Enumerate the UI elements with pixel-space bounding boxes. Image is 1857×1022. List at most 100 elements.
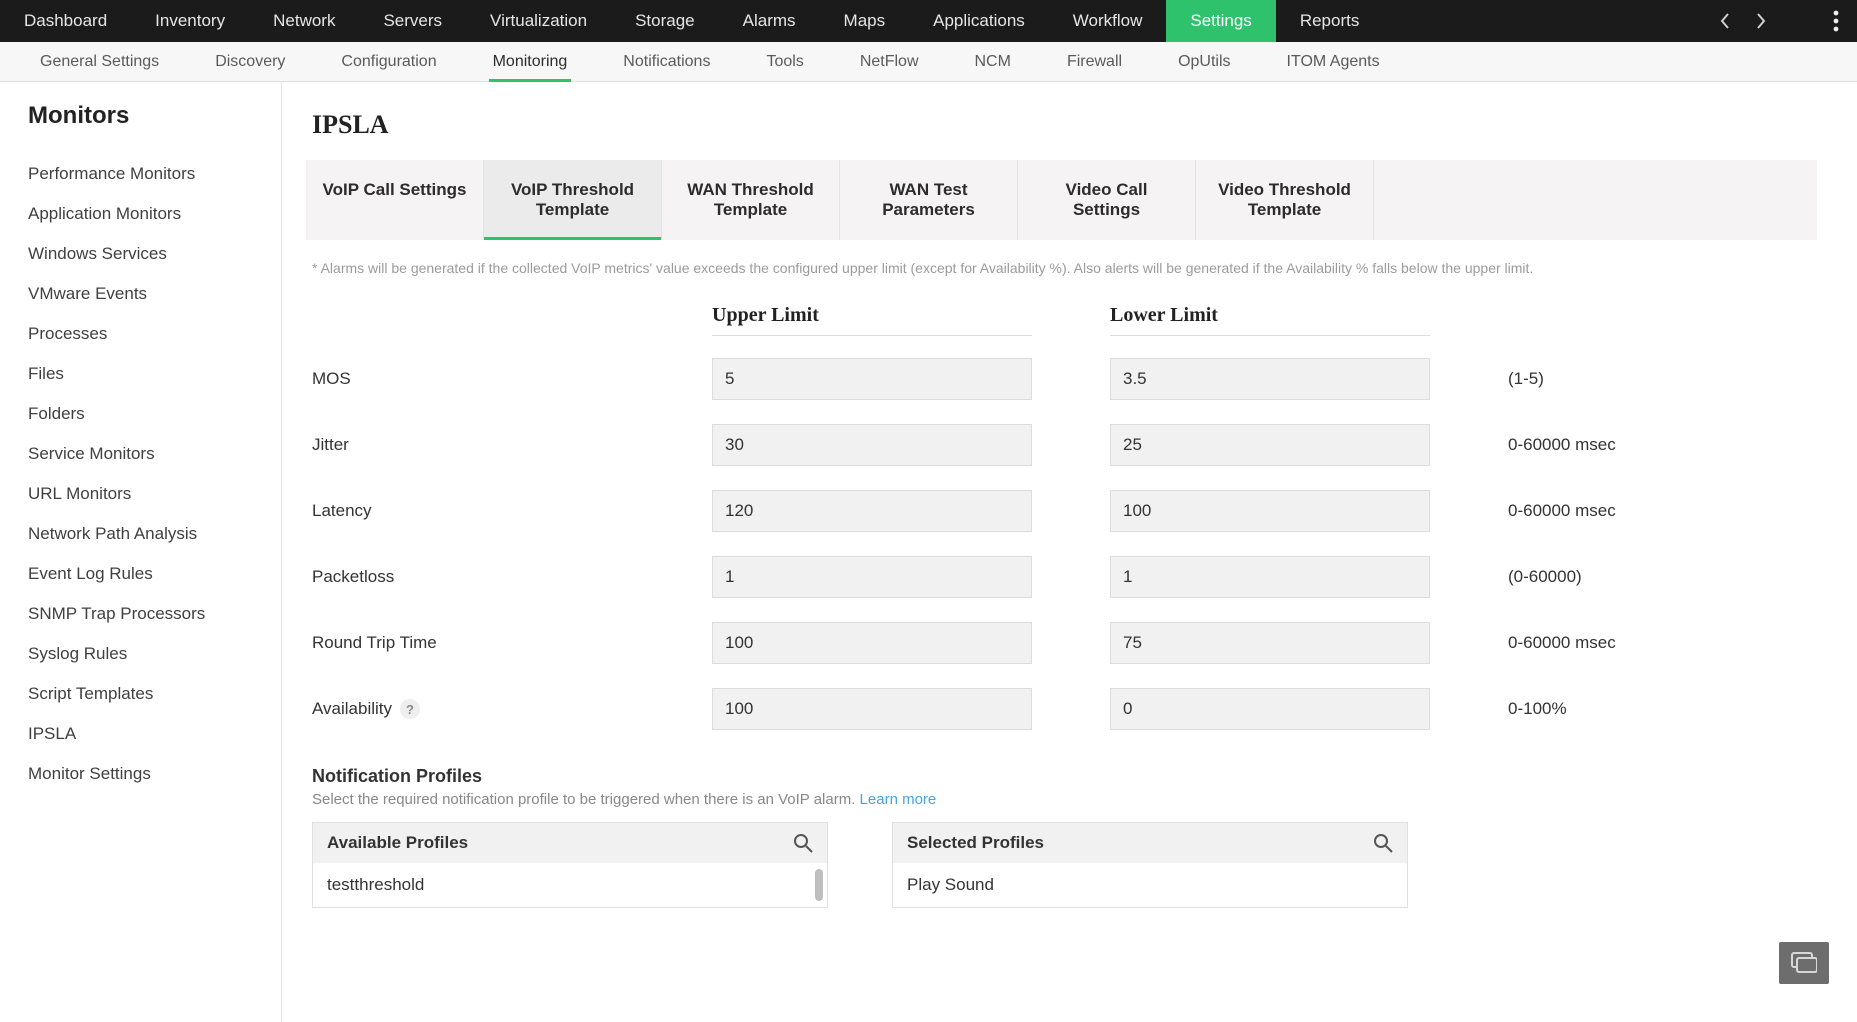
tab-video-call-settings[interactable]: Video Call Settings xyxy=(1018,160,1196,240)
page-title: IPSLA xyxy=(306,110,1817,140)
nav-back-button[interactable] xyxy=(1707,0,1743,42)
available-profiles-box: Available Profiles testthreshold xyxy=(312,822,828,908)
lower-limit-input[interactable] xyxy=(1110,358,1430,400)
subnav-item-oputils[interactable]: OpUtils xyxy=(1150,42,1258,81)
sidebar-item-vmware-events[interactable]: VMware Events xyxy=(28,274,281,314)
topnav-item-settings[interactable]: Settings xyxy=(1166,0,1275,42)
sidebar-item-event-log-rules[interactable]: Event Log Rules xyxy=(28,554,281,594)
available-profile-item[interactable]: testthreshold xyxy=(327,875,813,895)
search-icon[interactable] xyxy=(1373,833,1393,853)
lower-limit-input[interactable] xyxy=(1110,556,1430,598)
threshold-range: (0-60000) xyxy=(1508,567,1582,587)
threshold-row-availability: Availability? 0-100% xyxy=(306,676,1817,742)
topnav-item-inventory[interactable]: Inventory xyxy=(131,0,249,42)
topnav-item-maps[interactable]: Maps xyxy=(820,0,910,42)
threshold-row-jitter: Jitter 0-60000 msec xyxy=(306,412,1817,478)
tab-wan-threshold-template[interactable]: WAN Threshold Template xyxy=(662,160,840,240)
subnav-item-netflow[interactable]: NetFlow xyxy=(832,42,947,81)
search-icon[interactable] xyxy=(793,833,813,853)
info-note: Alarms will be generated if the collecte… xyxy=(306,240,1817,286)
tab-voip-call-settings[interactable]: VoIP Call Settings xyxy=(306,160,484,240)
topnav-item-storage[interactable]: Storage xyxy=(611,0,719,42)
topnav-item-alarms[interactable]: Alarms xyxy=(719,0,820,42)
threshold-label: MOS xyxy=(312,369,712,389)
subnav-item-monitoring[interactable]: Monitoring xyxy=(465,42,596,81)
topnav-item-dashboard[interactable]: Dashboard xyxy=(0,0,131,42)
sidebar-item-processes[interactable]: Processes xyxy=(28,314,281,354)
threshold-row-latency: Latency0-60000 msec xyxy=(306,478,1817,544)
sub-nav: General SettingsDiscoveryConfigurationMo… xyxy=(0,42,1857,82)
subnav-item-notifications[interactable]: Notifications xyxy=(595,42,738,81)
tab-video-threshold-template[interactable]: Video Threshold Template xyxy=(1196,160,1374,240)
sidebar-item-performance-monitors[interactable]: Performance Monitors xyxy=(28,154,281,194)
upper-limit-input[interactable] xyxy=(712,424,1032,466)
topnav-item-workflow[interactable]: Workflow xyxy=(1049,0,1167,42)
upper-limit-input[interactable] xyxy=(712,688,1032,730)
nav-forward-button[interactable] xyxy=(1743,0,1779,42)
threshold-range: 0-60000 msec xyxy=(1508,633,1616,653)
threshold-range: 0-100% xyxy=(1508,699,1567,719)
upper-limit-input[interactable] xyxy=(712,622,1032,664)
learn-more-link[interactable]: Learn more xyxy=(860,791,937,808)
notification-profiles-heading: Notification Profiles xyxy=(306,766,1817,787)
sidebar: Monitors Performance MonitorsApplication… xyxy=(0,82,282,1022)
lower-limit-input[interactable] xyxy=(1110,424,1430,466)
topnav-item-virtualization[interactable]: Virtualization xyxy=(466,0,611,42)
upper-limit-input[interactable] xyxy=(712,556,1032,598)
notification-profiles-description: Select the required notification profile… xyxy=(306,787,1817,822)
subnav-item-discovery[interactable]: Discovery xyxy=(187,42,313,81)
column-header-lower: Lower Limit xyxy=(1110,304,1430,336)
threshold-label: Availability? xyxy=(312,699,712,719)
subnav-item-itom-agents[interactable]: ITOM Agents xyxy=(1259,42,1408,81)
topnav-item-servers[interactable]: Servers xyxy=(359,0,466,42)
upper-limit-input[interactable] xyxy=(712,358,1032,400)
threshold-row-packetloss: Packetloss (0-60000) xyxy=(306,544,1817,610)
sidebar-item-snmp-trap-processors[interactable]: SNMP Trap Processors xyxy=(28,594,281,634)
threshold-label: Round Trip Time xyxy=(312,633,712,653)
sidebar-title: Monitors xyxy=(28,102,281,130)
sidebar-item-files[interactable]: Files xyxy=(28,354,281,394)
threshold-label: Packetloss xyxy=(312,567,712,587)
threshold-label: Jitter xyxy=(312,435,712,455)
sidebar-item-script-templates[interactable]: Script Templates xyxy=(28,674,281,714)
sidebar-item-windows-services[interactable]: Windows Services xyxy=(28,234,281,274)
threshold-table-header: Upper Limit Lower Limit xyxy=(306,286,1817,346)
sidebar-item-monitor-settings[interactable]: Monitor Settings xyxy=(28,754,281,794)
available-profiles-header: Available Profiles xyxy=(327,833,468,853)
sidebar-item-folders[interactable]: Folders xyxy=(28,394,281,434)
tab-voip-threshold-template[interactable]: VoIP Threshold Template xyxy=(484,160,662,240)
topnav-item-applications[interactable]: Applications xyxy=(909,0,1049,42)
sidebar-item-ipsla[interactable]: IPSLA xyxy=(28,714,281,754)
tab-wan-test-parameters[interactable]: WAN Test Parameters xyxy=(840,160,1018,240)
sidebar-item-url-monitors[interactable]: URL Monitors xyxy=(28,474,281,514)
main-content: IPSLA VoIP Call SettingsVoIP Threshold T… xyxy=(282,82,1857,1022)
top-nav: DashboardInventoryNetworkServersVirtuali… xyxy=(0,0,1857,42)
selected-profiles-box: Selected Profiles Play Sound xyxy=(892,822,1408,908)
config-tabs: VoIP Call SettingsVoIP Threshold Templat… xyxy=(306,160,1817,240)
sidebar-item-syslog-rules[interactable]: Syslog Rules xyxy=(28,634,281,674)
lower-limit-input[interactable] xyxy=(1110,490,1430,532)
more-menu-button[interactable] xyxy=(1815,0,1857,42)
threshold-range: 0-60000 msec xyxy=(1508,435,1616,455)
sidebar-item-service-monitors[interactable]: Service Monitors xyxy=(28,434,281,474)
lower-limit-input[interactable] xyxy=(1110,622,1430,664)
lower-limit-input[interactable] xyxy=(1110,688,1430,730)
selected-profile-item[interactable]: Play Sound xyxy=(907,875,1393,895)
threshold-row-mos: MOS (1-5) xyxy=(306,346,1817,412)
sidebar-item-application-monitors[interactable]: Application Monitors xyxy=(28,194,281,234)
selected-profiles-header: Selected Profiles xyxy=(907,833,1044,853)
sidebar-item-network-path-analysis[interactable]: Network Path Analysis xyxy=(28,514,281,554)
threshold-row-round-trip-time: Round Trip Time 0-60000 msec xyxy=(306,610,1817,676)
subnav-item-general-settings[interactable]: General Settings xyxy=(12,42,187,81)
subnav-item-firewall[interactable]: Firewall xyxy=(1039,42,1150,81)
upper-limit-input[interactable] xyxy=(712,490,1032,532)
subnav-item-configuration[interactable]: Configuration xyxy=(313,42,464,81)
chat-widget-button[interactable] xyxy=(1779,942,1829,984)
topnav-item-network[interactable]: Network xyxy=(249,0,359,42)
subnav-item-tools[interactable]: Tools xyxy=(738,42,831,81)
scrollbar[interactable] xyxy=(815,869,823,901)
topnav-item-reports[interactable]: Reports xyxy=(1276,0,1384,42)
help-icon[interactable]: ? xyxy=(400,699,420,719)
subnav-item-ncm[interactable]: NCM xyxy=(947,42,1039,81)
threshold-range: (1-5) xyxy=(1508,369,1544,389)
